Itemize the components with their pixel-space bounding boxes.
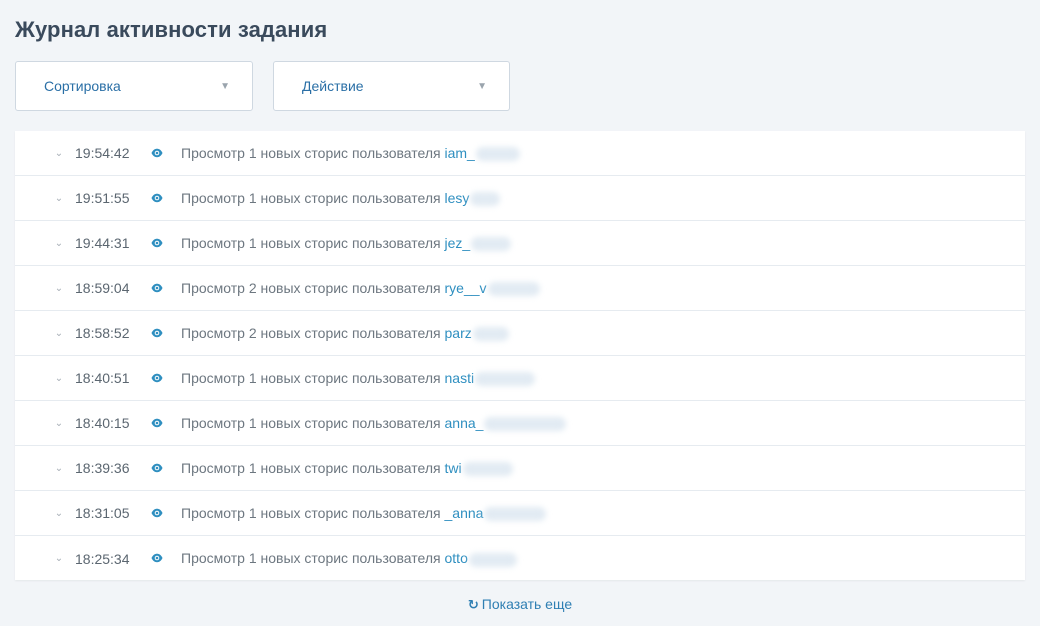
log-message: Просмотр 2 новых сторис пользователя rye…	[181, 279, 540, 297]
username-link[interactable]: parz	[445, 325, 472, 341]
username-link[interactable]: otto	[445, 550, 468, 566]
username-link[interactable]: _anna	[445, 505, 484, 521]
log-row: ⌄ 18:39:36 Просмотр 1 новых сторис пользов…	[15, 446, 1025, 491]
log-time: 18:59:04	[75, 280, 130, 296]
log-message: Просмотр 1 новых сторис пользователя ann…	[181, 414, 567, 432]
username-link[interactable]: jez_	[445, 235, 471, 251]
log-time: 18:40:15	[75, 415, 130, 431]
username-link[interactable]: iam_	[445, 145, 475, 161]
chevron-down-icon[interactable]: ⌄	[53, 328, 65, 339]
redacted-username	[470, 192, 501, 207]
eye-icon[interactable]	[151, 238, 163, 248]
log-message-prefix: Просмотр 1 новых сторис пользователя	[181, 504, 441, 521]
caret-down-icon: ▼	[477, 80, 487, 92]
log-message: Просмотр 2 новых сторис пользователя par…	[181, 324, 509, 342]
log-row: ⌄ 18:58:52 Просмотр 2 новых сторис пользов…	[15, 311, 1025, 356]
log-message-prefix: Просмотр 1 новых сторис пользователя	[181, 369, 441, 386]
log-message-prefix: Просмотр 2 новых сторис пользователя	[181, 279, 441, 296]
redacted-username	[475, 147, 520, 162]
log-row: ⌄ 18:40:15 Просмотр 1 новых сторис пользов…	[15, 401, 1025, 446]
log-message-prefix: Просмотр 1 новых сторис пользователя	[181, 550, 441, 567]
log-row: ⌄ 19:51:55 Просмотр 1 новых сторис пользов…	[15, 176, 1025, 221]
action-dropdown-label: Действие	[302, 78, 364, 94]
log-time: 19:51:55	[75, 190, 130, 206]
log-message: Просмотр 1 новых сторис пользователя jez…	[181, 234, 512, 252]
log-time: 18:40:51	[75, 370, 130, 386]
log-message-prefix: Просмотр 1 новых сторис пользователя	[181, 234, 441, 251]
log-time: 19:44:31	[75, 235, 130, 251]
eye-icon[interactable]	[151, 148, 163, 158]
log-row: ⌄ 18:59:04 Просмотр 2 новых сторис пользов…	[15, 266, 1025, 311]
redacted-username	[471, 237, 512, 252]
log-row: ⌄ 18:31:05 Просмотр 1 новых сторис пользов…	[15, 491, 1025, 536]
redacted-username	[472, 327, 509, 342]
redacted-username	[468, 552, 517, 567]
log-message: Просмотр 1 новых сторис пользователя _an…	[181, 504, 547, 522]
log-row: ⌄ 19:44:31 Просмотр 1 новых сторис пользов…	[15, 221, 1025, 266]
eye-icon[interactable]	[151, 418, 163, 428]
log-row: ⌄ 18:40:51 Просмотр 1 новых сторис пользов…	[15, 356, 1025, 401]
page-title: Журнал активности задания	[15, 17, 328, 42]
username-link[interactable]: nasti	[445, 370, 475, 386]
eye-icon[interactable]	[151, 553, 163, 563]
eye-icon[interactable]	[151, 463, 163, 473]
show-more-label: Показать еще	[481, 596, 573, 612]
log-message: Просмотр 1 новых сторис пользователя les…	[181, 189, 501, 207]
caret-down-icon: ▼	[220, 80, 230, 92]
log-row: ⌄ 19:54:42 Просмотр 1 новых сторис пользов…	[15, 131, 1025, 176]
username-link[interactable]: lesy	[445, 190, 470, 206]
chevron-down-icon[interactable]: ⌄	[53, 553, 65, 564]
chevron-down-icon[interactable]: ⌄	[53, 238, 65, 249]
log-time: 18:31:05	[75, 505, 130, 521]
sort-dropdown[interactable]: Сортировка ▼	[15, 61, 253, 111]
log-row: ⌄ 18:25:34 Просмотр 1 новых сторис пользов…	[15, 536, 1025, 581]
redacted-username	[484, 417, 567, 432]
eye-icon[interactable]	[151, 373, 163, 383]
log-message-prefix: Просмотр 1 новых сторис пользователя	[181, 414, 441, 431]
chevron-down-icon[interactable]: ⌄	[53, 373, 65, 384]
log-message: Просмотр 1 новых сторис пользователя twi	[181, 459, 513, 477]
chevron-down-icon[interactable]: ⌄	[53, 148, 65, 159]
log-message-prefix: Просмотр 1 новых сторис пользователя	[181, 189, 441, 206]
username-link[interactable]: rye__v	[445, 280, 487, 296]
eye-icon[interactable]	[151, 193, 163, 203]
eye-icon[interactable]	[151, 328, 163, 338]
refresh-icon: ↻	[467, 597, 479, 612]
log-message-prefix: Просмотр 1 новых сторис пользователя	[181, 459, 441, 476]
log-time: 18:39:36	[75, 460, 130, 476]
action-dropdown[interactable]: Действие ▼	[273, 61, 510, 111]
activity-log-page: Журнал активности задания Сортировка ▼ Д…	[0, 0, 1040, 626]
log-message-prefix: Просмотр 2 новых сторис пользователя	[181, 324, 441, 341]
username-link[interactable]: twi	[445, 460, 462, 476]
log-message: Просмотр 1 новых сторис пользователя ott…	[181, 550, 517, 567]
redacted-username	[462, 462, 513, 477]
log-time: 19:54:42	[75, 145, 130, 161]
eye-icon[interactable]	[151, 508, 163, 518]
log-time: 18:58:52	[75, 325, 130, 341]
log-time: 18:25:34	[75, 550, 130, 567]
eye-icon[interactable]	[151, 283, 163, 293]
sort-dropdown-label: Сортировка	[44, 78, 121, 94]
chevron-down-icon[interactable]: ⌄	[53, 418, 65, 429]
activity-log-list: ⌄ 19:54:42 Просмотр 1 новых сторис пользов…	[15, 131, 1025, 580]
chevron-down-icon[interactable]: ⌄	[53, 463, 65, 474]
log-message: Просмотр 1 новых сторис пользователя nas…	[181, 369, 536, 387]
show-more-button[interactable]: ↻ Показать еще	[0, 596, 1040, 613]
log-message: Просмотр 1 новых сторис пользователя iam…	[181, 144, 520, 162]
redacted-username	[487, 282, 540, 297]
chevron-down-icon[interactable]: ⌄	[53, 283, 65, 294]
redacted-username	[475, 372, 536, 387]
redacted-username	[484, 507, 547, 522]
chevron-down-icon[interactable]: ⌄	[53, 193, 65, 204]
username-link[interactable]: anna_	[445, 415, 484, 431]
log-message-prefix: Просмотр 1 новых сторис пользователя	[181, 144, 441, 161]
chevron-down-icon[interactable]: ⌄	[53, 508, 65, 519]
